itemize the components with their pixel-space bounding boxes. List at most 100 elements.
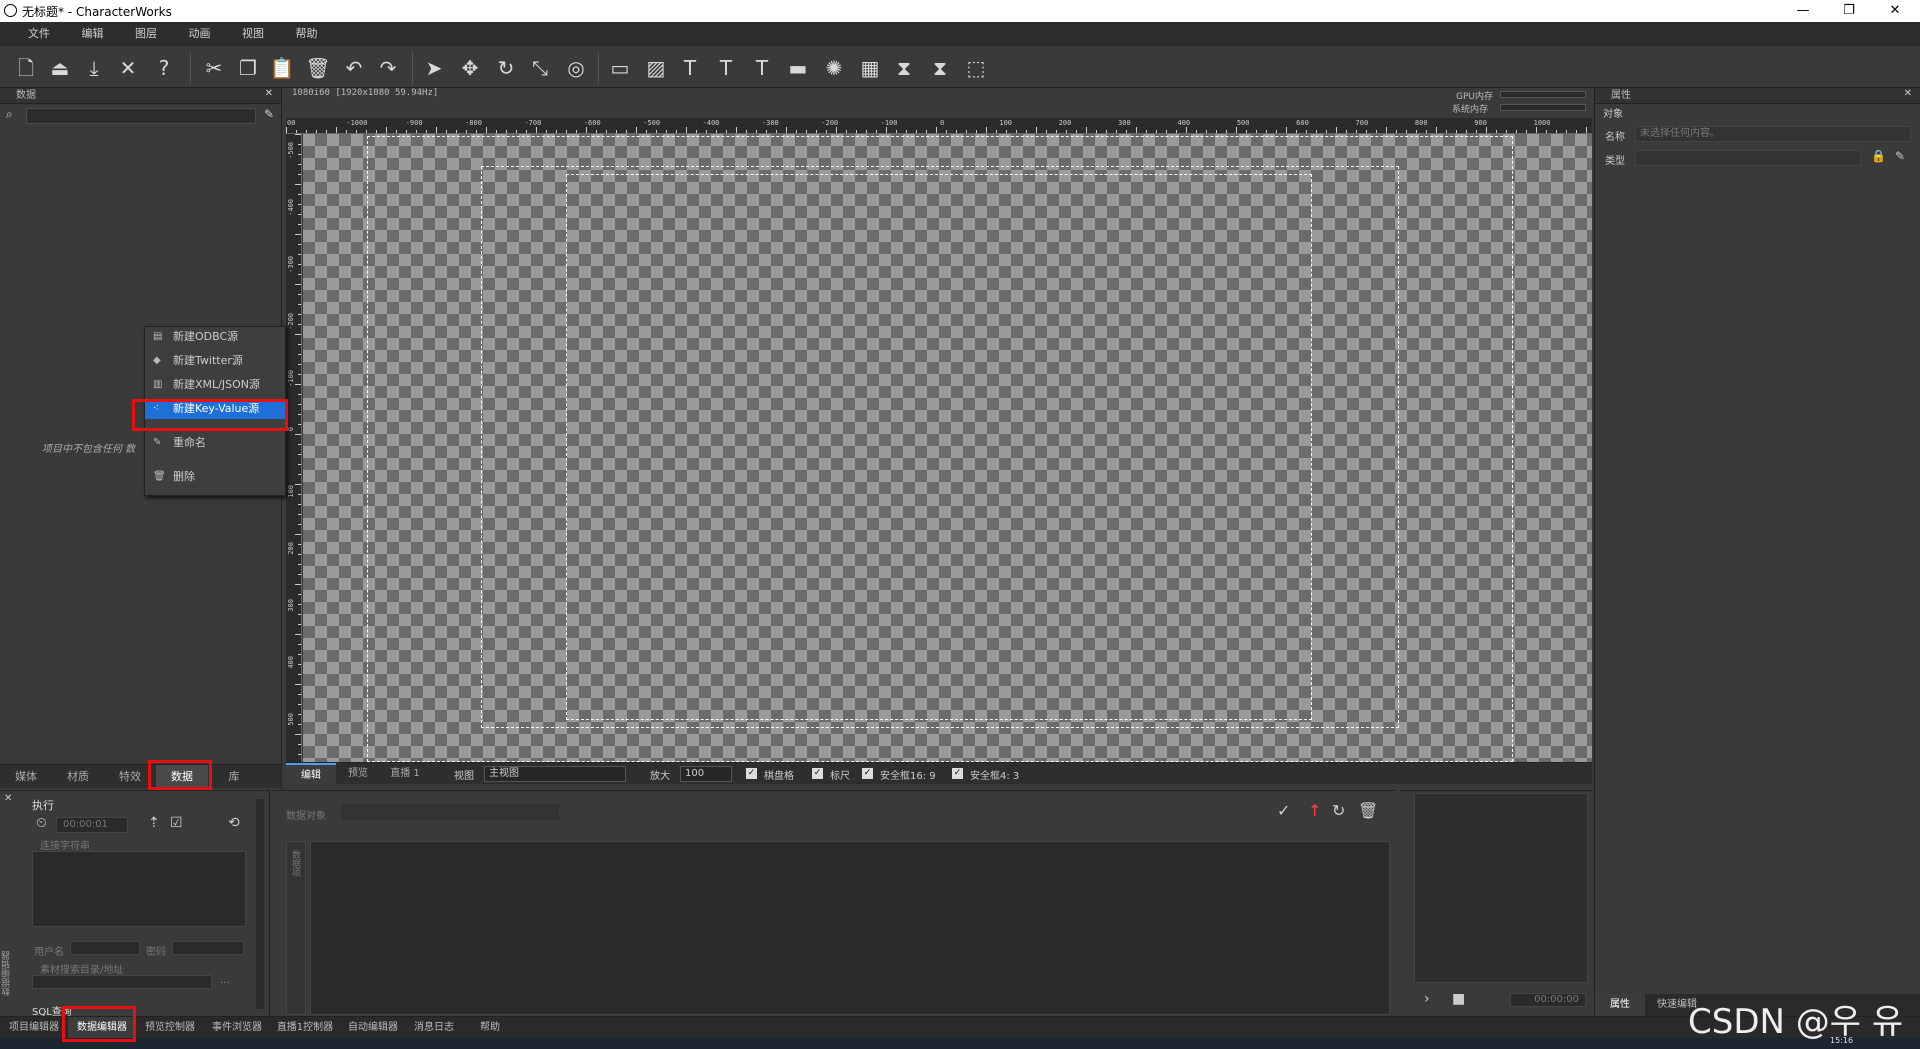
copy-icon[interactable]: ❐ — [234, 54, 262, 82]
menu-view[interactable]: 视图 — [242, 22, 264, 46]
redo-icon[interactable]: ↷ — [374, 54, 402, 82]
edit-icon[interactable]: ✎ — [1895, 149, 1905, 163]
new-file-icon[interactable]: 🗋 — [12, 54, 40, 82]
tab-material[interactable]: 材质 — [52, 765, 104, 789]
vruler-tick — [298, 154, 301, 155]
tab-live-controller[interactable]: 直播1控制器 — [270, 1017, 340, 1039]
calendar-icon[interactable]: ▦ — [856, 54, 884, 82]
rectangle-icon[interactable]: ▭ — [606, 54, 634, 82]
hruler-label: -800 — [465, 119, 482, 127]
restore-button[interactable]: ❐ — [1826, 0, 1872, 22]
panel-close-icon[interactable]: ✕ — [1904, 88, 1912, 99]
hruler-tick — [576, 130, 577, 133]
hruler-tick — [1236, 127, 1237, 133]
view-select[interactable]: 主视图 — [484, 766, 626, 782]
hruler-tick — [326, 130, 327, 133]
frame-icon[interactable]: ⬚ — [962, 54, 990, 82]
check-icon[interactable]: ☑ — [170, 815, 183, 831]
annotation-box-data-tab — [148, 760, 212, 790]
connection-string-input[interactable] — [32, 851, 246, 927]
data-items-area[interactable] — [310, 841, 1390, 1015]
menu-item-new-xml-json[interactable]: ▥ 新建XML/JSON源 — [145, 375, 285, 395]
tab-auto-editor[interactable]: 自动编辑器 — [340, 1017, 406, 1039]
text-up-icon[interactable]: T — [748, 54, 776, 82]
paste-icon[interactable]: 📋 — [268, 54, 296, 82]
bottom-tabs: 项目编辑器 数据编辑器 预览控制器 事件浏览器 直播1控制器 自动编辑器 消息日… — [0, 1016, 1920, 1039]
checkerboard-checkbox[interactable]: ✓ — [746, 768, 757, 779]
tab-media[interactable]: 媒体 — [0, 765, 52, 789]
tab-message-log[interactable]: 消息日志 — [406, 1017, 462, 1039]
apply-check-icon[interactable]: ✓ — [1277, 801, 1290, 820]
menu-animation[interactable]: 动画 — [189, 22, 211, 46]
play-icon[interactable]: › — [1424, 991, 1430, 1007]
text-left-icon[interactable]: T — [712, 54, 740, 82]
timer-down-icon[interactable]: ⧗ — [926, 54, 954, 82]
tab-edit[interactable]: 编辑 — [286, 763, 336, 785]
scale-icon[interactable]: ⤡ — [526, 54, 554, 82]
tab-project-editor[interactable]: 项目编辑器 — [0, 1017, 68, 1039]
panel-close-icon[interactable]: ✕ — [265, 88, 273, 99]
cut-icon[interactable]: ✂ — [200, 54, 228, 82]
panel-close-icon[interactable]: ✕ — [4, 793, 12, 804]
viewport: 1080i60 [1920x1080 59.94Hz] GPU内存 系统内存 0… — [286, 88, 1592, 762]
menu-help[interactable]: 帮助 — [296, 22, 318, 46]
clock-icon[interactable]: ✺ — [820, 54, 848, 82]
password-input[interactable] — [172, 941, 244, 955]
move-icon[interactable]: ✥ — [456, 54, 484, 82]
close-button[interactable]: ✕ — [1872, 0, 1918, 22]
hruler-tick — [1276, 130, 1277, 133]
safe-4-3-checkbox[interactable]: ✓ — [952, 768, 963, 779]
name-field[interactable]: 未选择任何内容。 — [1635, 126, 1911, 142]
tab-event-browser[interactable]: 事件浏览器 — [204, 1017, 270, 1039]
minimize-button[interactable]: — — [1780, 0, 1826, 22]
anchor-icon[interactable]: ◎ — [562, 54, 590, 82]
ticker-icon[interactable]: ▬ — [784, 54, 812, 82]
tab-properties[interactable]: 属性 — [1595, 994, 1645, 1016]
trash-icon[interactable]: 🗑 — [1358, 801, 1378, 820]
delete-icon[interactable]: 🗑 — [304, 54, 332, 82]
lock-icon[interactable]: 🔒 — [1871, 149, 1886, 163]
menu-item-rename[interactable]: ✎ 重命名 — [145, 433, 285, 453]
search-input[interactable] — [26, 108, 256, 124]
browse-button[interactable]: ... — [220, 975, 230, 986]
data-object-input[interactable] — [340, 803, 560, 821]
rotate-icon[interactable]: ↻ — [492, 54, 520, 82]
tab-live-1[interactable]: 直播 1 — [380, 763, 430, 785]
zoom-select[interactable]: 100 — [680, 766, 732, 782]
text-icon[interactable]: T — [676, 54, 704, 82]
menu-item-new-odbc[interactable]: ▤ 新建ODBC源 — [145, 327, 285, 347]
menu-file[interactable]: 文件 — [28, 22, 50, 46]
tab-library[interactable]: 库 — [208, 765, 260, 789]
tab-help[interactable]: 帮助 — [462, 1017, 518, 1039]
stop-icon[interactable]: ■ — [1452, 991, 1465, 1007]
refresh-timer-icon[interactable]: ⟲ — [228, 815, 240, 831]
scrollbar[interactable] — [256, 799, 264, 1009]
refresh-icon[interactable]: ↻ — [1332, 801, 1345, 820]
image-icon[interactable]: ▨ — [642, 54, 670, 82]
hruler-tick — [1366, 130, 1367, 133]
menu-item-delete[interactable]: 🗑 删除 — [145, 467, 285, 487]
ruler-checkbox[interactable]: ✓ — [812, 768, 823, 779]
menu-item-new-twitter[interactable]: ◆ 新建Twitter源 — [145, 351, 285, 371]
checkerboard-canvas[interactable] — [303, 134, 1592, 762]
tools-icon[interactable]: ✕ — [114, 54, 142, 82]
undo-icon[interactable]: ↶ — [340, 54, 368, 82]
upload-icon[interactable]: ⏏ — [46, 54, 74, 82]
vruler-tick — [298, 314, 301, 315]
download-icon[interactable]: ⤓ — [80, 54, 108, 82]
tab-preview-controller[interactable]: 预览控制器 — [136, 1017, 204, 1039]
safe-16-9-checkbox[interactable]: ✓ — [862, 768, 873, 779]
select-arrow-icon[interactable]: ➤ — [420, 54, 448, 82]
interval-input[interactable]: 00:00:01 — [56, 817, 128, 833]
help-cursor-icon[interactable]: ? — [150, 54, 178, 82]
vruler-tick — [298, 374, 301, 375]
upload-red-icon[interactable]: ↑ — [1308, 801, 1321, 820]
menu-edit[interactable]: 编辑 — [82, 22, 104, 46]
menu-layer[interactable]: 图层 — [135, 22, 157, 46]
tab-preview[interactable]: 预览 — [336, 763, 380, 785]
search-dir-input[interactable] — [32, 975, 212, 989]
username-input[interactable] — [70, 941, 140, 955]
timer-up-icon[interactable]: ⧗ — [890, 54, 918, 82]
edit-icon[interactable]: ✎ — [264, 107, 274, 121]
upload-arrow-icon[interactable]: ⇡ — [148, 815, 160, 831]
